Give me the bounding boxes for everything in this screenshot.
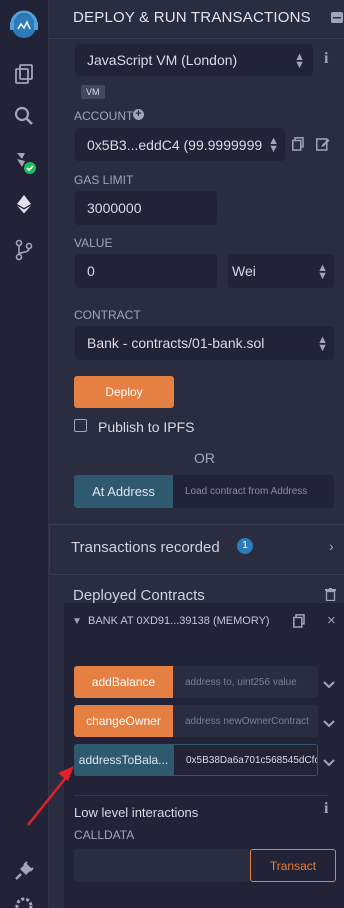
solidity-compiler-icon[interactable]: [0, 146, 48, 178]
close-icon[interactable]: ×: [327, 612, 336, 629]
copy-address-icon[interactable]: [293, 614, 305, 633]
deploy-button[interactable]: Deploy: [74, 376, 174, 408]
value-unit-select[interactable]: Wei ▲ ▼: [228, 254, 334, 288]
account-value: 0x5B3...eddC4 (99.9999999: [87, 136, 263, 153]
change-owner-button[interactable]: changeOwner: [74, 705, 173, 737]
panel-title: DEPLOY & RUN TRANSACTIONS: [73, 9, 311, 26]
add-account-icon[interactable]: +: [133, 109, 144, 120]
git-branch-icon[interactable]: [0, 236, 48, 264]
gas-limit-input[interactable]: 3000000: [75, 191, 217, 225]
value-unit: Wei: [232, 263, 256, 279]
contract-label: CONTRACT: [74, 308, 141, 322]
search-icon[interactable]: [0, 102, 48, 130]
edit-icon[interactable]: [316, 137, 330, 156]
remix-logo-icon[interactable]: [0, 4, 48, 44]
contract-select[interactable]: Bank - contracts/01-bank.sol ▲ ▼: [75, 326, 334, 360]
chevron-down-icon[interactable]: [323, 676, 335, 694]
value-input[interactable]: 0: [75, 254, 217, 288]
chevron-down-icon[interactable]: ▼: [72, 616, 82, 627]
environment-select[interactable]: JavaScript VM (London) ▲ ▼: [75, 44, 313, 76]
settings-icon[interactable]: [0, 896, 48, 908]
transactions-recorded-label[interactable]: Transactions recorded: [71, 539, 220, 556]
annotation-arrow-icon: [27, 766, 74, 826]
copy-icon[interactable]: [292, 137, 304, 156]
deploy-run-icon[interactable]: [0, 190, 48, 218]
calldata-input[interactable]: [74, 849, 250, 882]
account-label: ACCOUNT: [74, 109, 134, 123]
select-arrows-icon: ▲ ▼: [317, 334, 328, 354]
publish-ipfs-checkbox[interactable]: [74, 419, 87, 432]
panel-menu-icon[interactable]: [331, 10, 343, 23]
select-arrows-icon: ▲ ▼: [317, 262, 328, 282]
chevron-down-icon[interactable]: [323, 754, 335, 772]
transact-button[interactable]: Transact: [250, 849, 336, 882]
calldata-label: CALLDATA: [74, 828, 135, 842]
select-arrows-icon: ▲ ▼: [294, 51, 305, 71]
select-arrows-icon: ▲ ▼: [266, 135, 279, 155]
file-explorer-icon[interactable]: [0, 60, 48, 88]
vm-badge: VM: [81, 85, 105, 99]
add-balance-input[interactable]: address to, uint256 value: [173, 666, 318, 698]
deploy-run-panel: DEPLOY & RUN TRANSACTIONS JavaScript VM …: [49, 0, 344, 908]
plugin-manager-icon[interactable]: [0, 856, 48, 886]
info-icon[interactable]: i: [324, 800, 328, 818]
chevron-right-icon[interactable]: ›: [329, 538, 334, 554]
low-level-interactions-label: Low level interactions: [74, 805, 199, 820]
instance-title[interactable]: BANK AT 0XD91...39138 (MEMORY): [88, 615, 270, 627]
info-icon[interactable]: i: [324, 50, 328, 68]
publish-ipfs-label: Publish to IPFS: [98, 419, 195, 435]
at-address-button[interactable]: At Address: [74, 475, 173, 508]
address-to-balance-input[interactable]: 0x5B38Da6a701c568545dCfc: [173, 744, 318, 776]
transactions-count-badge: 1: [237, 538, 253, 554]
chevron-down-icon[interactable]: [323, 715, 335, 733]
value-label: VALUE: [74, 236, 113, 250]
contract-value: Bank - contracts/01-bank.sol: [87, 335, 265, 351]
change-owner-input[interactable]: address newOwnerContract: [173, 705, 318, 737]
gas-limit-label: GAS LIMIT: [74, 173, 134, 187]
address-to-balance-button[interactable]: addressToBala...: [74, 744, 173, 776]
deployed-contracts-label: Deployed Contracts: [73, 587, 205, 604]
account-select[interactable]: 0x5B3...eddC4 (99.9999999 ▲ ▼: [75, 128, 285, 161]
at-address-input[interactable]: Load contract from Address: [173, 475, 334, 508]
environment-value: JavaScript VM (London): [87, 52, 238, 68]
or-label: OR: [194, 450, 215, 466]
add-balance-button[interactable]: addBalance: [74, 666, 173, 698]
